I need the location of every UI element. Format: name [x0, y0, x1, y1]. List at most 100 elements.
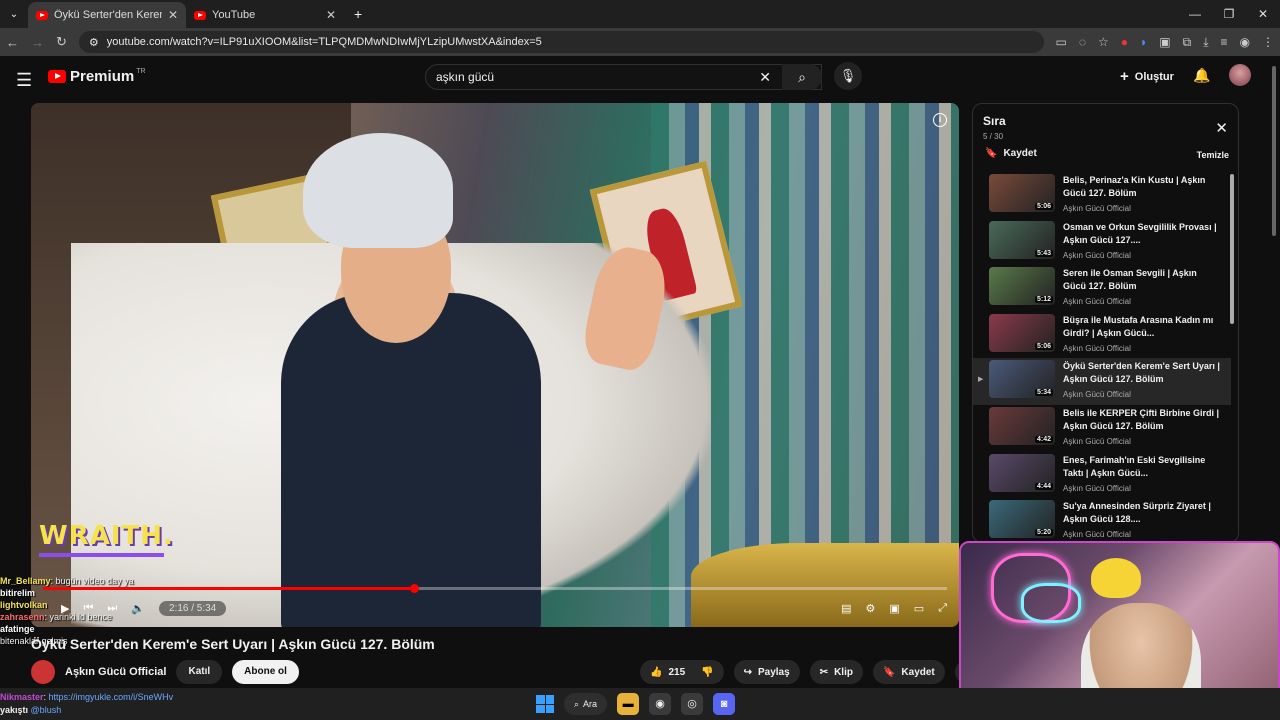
avatar[interactable]: [1229, 64, 1251, 86]
media-icon[interactable]: ≡: [1221, 35, 1228, 50]
search-icon: ⌕: [574, 699, 580, 709]
playlist-item[interactable]: 4:42 Belis ile KERPER Çifti Birbine Girdi…: [973, 405, 1231, 452]
video-thumbnail[interactable]: 5:34: [989, 360, 1055, 399]
video-thumbnail[interactable]: 5:12: [989, 267, 1055, 306]
close-tab-icon[interactable]: ✕: [326, 8, 336, 22]
playlist-video-title[interactable]: Belis, Perinaz'a Kin Kustu | Aşkın Gücü …: [1063, 174, 1221, 201]
dislike-icon[interactable]: 👎: [701, 667, 713, 678]
share-button[interactable]: ↪ Paylaş: [733, 660, 800, 684]
miniplayer-icon[interactable]: ▣: [889, 602, 899, 615]
like-button[interactable]: 👍 215 👎: [640, 660, 724, 684]
playlist-video-title[interactable]: Öykü Serter'den Kerem'e Sert Uyarı | Aşk…: [1063, 360, 1221, 387]
extension-blue-icon[interactable]: ◗: [1140, 35, 1147, 50]
video-thumbnail[interactable]: 5:20: [989, 500, 1055, 539]
windows-start-icon[interactable]: [536, 695, 554, 713]
file-explorer-icon[interactable]: ▬: [617, 693, 640, 715]
playlist-item[interactable]: 5:43 Osman ve Orkun Sevgililik Provası | …: [973, 219, 1231, 266]
playlist-scrollbar[interactable]: [1230, 174, 1234, 324]
create-button[interactable]: + Oluştur: [1120, 68, 1174, 85]
chat-message: @blush: [30, 705, 62, 715]
url-field[interactable]: ⚙ youtube.com/watch?v=ILP91uXIOOM&list=T…: [78, 31, 1044, 53]
notifications-bell-icon[interactable]: 🔔: [1193, 67, 1210, 84]
channel-name[interactable]: Aşkın Gücü Official: [65, 666, 166, 678]
close-window-icon[interactable]: ✕: [1246, 0, 1280, 28]
settings-gear-icon[interactable]: ⚙: [866, 602, 876, 615]
forward-icon[interactable]: →: [31, 35, 44, 50]
fullscreen-icon[interactable]: ⤢: [938, 602, 947, 615]
youtube-premium-logo[interactable]: Premium TR: [48, 68, 146, 85]
playlist-video-title[interactable]: Büşra ile Mustafa Arasına Kadın mı Girdi…: [1063, 314, 1221, 341]
save-button[interactable]: 🔖 Kaydet: [872, 660, 945, 684]
download-icon[interactable]: ⤓: [1203, 35, 1208, 50]
join-button[interactable]: Katıl: [176, 660, 223, 684]
video-player[interactable]: i WRAITH. ▶ ⏮ ⏭ 🔈 2:16 / 5:34 ▤ ⚙ ▣ ▭ ⤢: [31, 103, 959, 627]
create-label: Oluştur: [1134, 70, 1174, 83]
video-thumbnail[interactable]: 5:06: [989, 313, 1055, 352]
extension-red-icon[interactable]: ●: [1121, 35, 1128, 50]
playlist-video-title[interactable]: Seren ile Osman Sevgili | Aşkın Gücü 127…: [1063, 267, 1221, 294]
video-thumbnail[interactable]: 5:06: [989, 174, 1055, 212]
profile-icon[interactable]: ◉: [1240, 35, 1250, 50]
maximize-icon[interactable]: ❐: [1212, 0, 1246, 28]
search-button[interactable]: ⌕: [782, 64, 822, 90]
app-icon[interactable]: ◎: [681, 693, 704, 715]
site-info-icon[interactable]: ⚙: [89, 36, 99, 49]
discord-icon[interactable]: ◙: [713, 693, 736, 715]
playlist-item[interactable]: ▶ 5:34 Öykü Serter'den Kerem'e Sert Uyarı …: [973, 358, 1231, 405]
voice-search-button[interactable]: 🎙: [834, 62, 862, 90]
video-thumbnail[interactable]: 5:43: [989, 220, 1055, 259]
playlist-video-title[interactable]: Enes, Farimah'ın Eski Sevgilisine Taktı …: [1063, 454, 1221, 481]
share-label: Paylaş: [757, 666, 790, 678]
video-thumbnail[interactable]: 4:44: [989, 453, 1055, 492]
playlist-item[interactable]: 5:06 Büşra ile Mustafa Arasına Kadın mı G…: [973, 312, 1231, 359]
logo-text: Premium: [70, 68, 135, 85]
extension-dark-icon[interactable]: ▣: [1159, 35, 1170, 50]
eye-off-icon[interactable]: ◌: [1079, 35, 1086, 50]
playlist-video-title[interactable]: Su'ya Annesinden Sürpriz Ziyaret | Aşkın…: [1063, 500, 1221, 527]
clip-button[interactable]: ✂ Klip: [809, 660, 863, 684]
new-tab-icon[interactable]: +: [344, 6, 372, 22]
tab-search-icon[interactable]: ⌄: [0, 9, 28, 20]
subtitles-icon[interactable]: ▤: [841, 602, 851, 615]
progress-scrubber[interactable]: [409, 584, 419, 593]
playlist-video-title[interactable]: Belis ile KERPER Çifti Birbine Girdi | A…: [1063, 407, 1221, 434]
video-duration: 4:42: [1034, 435, 1053, 443]
tab-current-video[interactable]: Öykü Serter'den Kerem'e Sert Uyarı | Aşk…: [28, 2, 186, 28]
playlist-item[interactable]: 5:06 Belis, Perinaz'a Kin Kustu | Aşkın G…: [973, 172, 1231, 219]
taskbar-search[interactable]: ⌕ Ara: [564, 693, 608, 715]
cast-icon[interactable]: ▭: [1056, 35, 1067, 50]
playlist-video-title[interactable]: Osman ve Orkun Sevgililik Provası | Aşkı…: [1063, 221, 1221, 248]
playlist-save-button[interactable]: 🔖 Kaydet: [985, 148, 1037, 159]
clear-search-icon[interactable]: ✕: [759, 69, 771, 86]
tab-youtube[interactable]: YouTube ✕: [186, 2, 344, 28]
extensions-puzzle-icon[interactable]: ⧉: [1183, 35, 1192, 50]
chat-username: Nikmaster: [0, 692, 44, 702]
hamburger-menu-icon[interactable]: ☰: [16, 70, 32, 91]
chat-link[interactable]: https://imgyukle.com/i/SneWHv: [49, 692, 174, 702]
minimize-icon[interactable]: —: [1178, 0, 1212, 28]
like-count: 215: [668, 666, 686, 678]
back-icon[interactable]: ←: [6, 35, 19, 50]
chat-username: zahrasenn: [0, 612, 45, 622]
reload-icon[interactable]: ↻: [56, 34, 67, 50]
video-thumbnail[interactable]: 4:42: [989, 406, 1055, 445]
playlist-item[interactable]: 5:12 Seren ile Osman Sevgili | Aşkın Gücü…: [973, 265, 1231, 312]
search-input[interactable]: aşkın gücü ✕: [425, 64, 822, 90]
subscribe-button[interactable]: Abone ol: [232, 660, 299, 684]
channel-avatar[interactable]: [31, 660, 55, 684]
theater-mode-icon[interactable]: ▭: [914, 602, 924, 615]
video-duration: 5:12: [1034, 296, 1053, 304]
save-label: Kaydet: [901, 666, 935, 678]
chat-line: bitirelim: [0, 587, 240, 599]
playlist-clear-button[interactable]: Temizle: [1197, 150, 1229, 160]
chrome-icon[interactable]: ◉: [649, 693, 672, 715]
chat-username: lightvolkan: [0, 600, 48, 610]
menu-dots-icon[interactable]: ⋮: [1262, 35, 1274, 50]
close-tab-icon[interactable]: ✕: [168, 8, 178, 22]
playlist-item[interactable]: 4:44 Enes, Farimah'ın Eski Sevgilisine Ta…: [973, 452, 1231, 499]
playlist-item[interactable]: 5:20 Su'ya Annesinden Sürpriz Ziyaret | A…: [973, 498, 1231, 542]
bookmark-star-icon[interactable]: ☆: [1098, 35, 1109, 50]
close-playlist-icon[interactable]: ✕: [1215, 119, 1228, 137]
info-icon[interactable]: i: [933, 113, 947, 127]
page-scrollbar[interactable]: [1272, 66, 1276, 236]
